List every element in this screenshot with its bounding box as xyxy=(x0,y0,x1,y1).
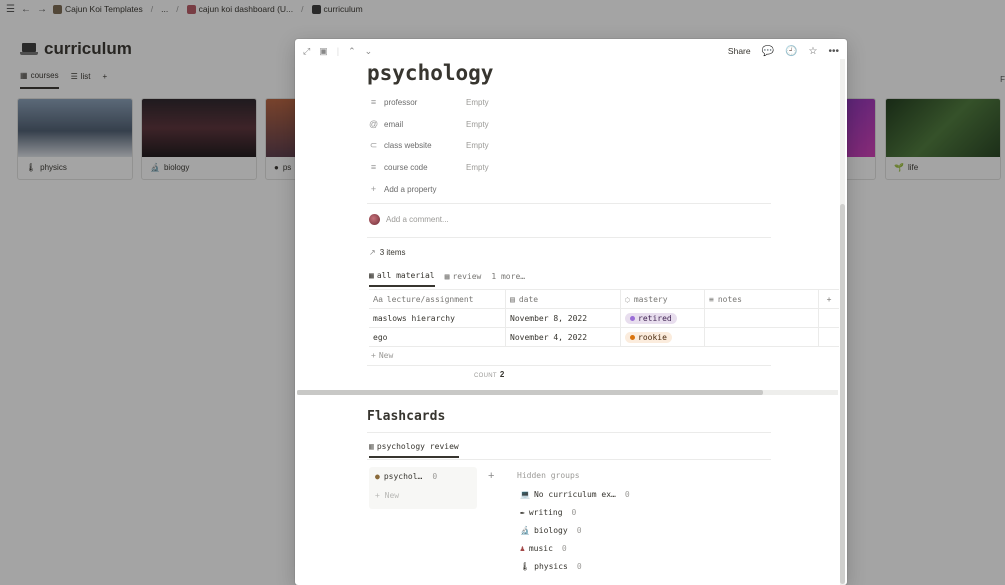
at-icon: @ xyxy=(369,119,379,129)
clock-icon[interactable]: 🕘 xyxy=(785,46,797,57)
property-professor[interactable]: ≡ professor Empty xyxy=(369,95,489,109)
table-header-row: Aa lecture/assignment ▤ date ◌ mastery ≡ not… xyxy=(369,289,839,309)
tab-all-material[interactable]: ▦ all material xyxy=(369,271,435,287)
arrow-up-right-icon: ↗ xyxy=(369,248,376,257)
plus-icon: + xyxy=(371,351,376,360)
hidden-groups-title: Hidden groups xyxy=(517,471,580,480)
star-icon[interactable]: ☆ xyxy=(809,46,818,57)
quill-icon: ✒ xyxy=(520,508,525,517)
avatar xyxy=(369,214,380,225)
laptop-icon: 💻 xyxy=(520,490,530,499)
scrollbar-thumb[interactable] xyxy=(297,390,763,395)
title-aa-icon: Aa xyxy=(373,294,383,304)
modal-toolbar: ⤢ ▣ | ⌃ ⌄ Share 💬 🕘 ☆ ••• xyxy=(303,45,839,57)
tab-psychology-review[interactable]: ▥ psychology review xyxy=(369,442,459,458)
column-header-lecture[interactable]: Aa lecture/assignment xyxy=(369,289,506,309)
hidden-group-item[interactable]: ♟ music 0 xyxy=(520,544,567,553)
text-lines-icon: ≡ xyxy=(709,294,714,304)
divider xyxy=(367,432,771,433)
calendar-icon: ▤ xyxy=(510,294,515,304)
hidden-group-item[interactable]: 💻 No curriculum ex… 0 xyxy=(520,490,630,499)
board-icon: ▥ xyxy=(369,442,374,451)
add-group-button[interactable]: + xyxy=(488,470,494,482)
divider xyxy=(367,459,771,460)
microscope-icon: 🔬 xyxy=(520,526,530,535)
table-icon: ▦ xyxy=(444,272,450,281)
table-icon: ▦ xyxy=(369,271,374,280)
page-peek-modal: ⤢ ▣ | ⌃ ⌄ Share 💬 🕘 ☆ ••• psychology ≡ pr… xyxy=(295,39,847,585)
table-row[interactable]: ego November 4, 2022 rookie xyxy=(369,327,839,347)
vertical-scrollbar[interactable] xyxy=(840,59,845,585)
column-header-mastery[interactable]: ◌ mastery xyxy=(621,289,705,309)
relation-count[interactable]: ↗ 3 items xyxy=(369,248,406,257)
column-header-notes[interactable]: ≡ notes xyxy=(705,289,819,309)
link-icon: ⊂ xyxy=(369,139,378,150)
add-column-button[interactable]: + xyxy=(819,290,839,309)
count-summary[interactable]: COUNT 2 xyxy=(474,370,505,379)
expand-icon[interactable]: ⤢ xyxy=(303,46,310,57)
cell-title[interactable]: ego xyxy=(369,327,506,347)
thermometer-icon: 🌡 xyxy=(520,562,531,571)
add-property-button[interactable]: + Add a property xyxy=(369,182,437,196)
comment-icon[interactable]: 💬 xyxy=(762,46,774,57)
cell-title[interactable]: maslows hierarchy xyxy=(369,308,506,328)
new-row-button[interactable]: + New xyxy=(371,351,393,360)
material-table: Aa lecture/assignment ▤ date ◌ mastery ≡ not… xyxy=(369,289,839,347)
comment-input[interactable]: Add a comment... xyxy=(369,214,449,225)
chevron-up-icon[interactable]: ⌃ xyxy=(348,46,356,57)
horizontal-scrollbar[interactable] xyxy=(297,390,838,395)
status-icon: ◌ xyxy=(625,294,630,304)
head-icon: ● xyxy=(375,472,380,481)
property-email[interactable]: @ email Empty xyxy=(369,117,489,131)
cell-notes[interactable] xyxy=(705,327,819,347)
text-lines-icon: ≡ xyxy=(370,97,377,107)
column-header-date[interactable]: ▤ date xyxy=(506,289,621,309)
scrollbar-thumb[interactable] xyxy=(840,204,845,584)
open-as-page-icon[interactable]: ▣ xyxy=(319,46,328,57)
cell-date[interactable]: November 4, 2022 xyxy=(506,327,621,347)
tab-more[interactable]: 1 more… xyxy=(491,272,525,286)
cell-mastery[interactable]: retired xyxy=(621,308,705,328)
more-icon[interactable]: ••• xyxy=(828,46,839,57)
property-course-code[interactable]: ≡ course code Empty xyxy=(369,160,489,174)
plus-icon: + xyxy=(826,294,832,304)
chevron-down-icon[interactable]: ⌄ xyxy=(365,46,373,57)
cell-mastery[interactable]: rookie xyxy=(621,327,705,347)
database-view-tabs: ▦ all material ▦ review 1 more… xyxy=(369,271,525,287)
text-lines-icon: ≡ xyxy=(370,162,377,172)
cell-notes[interactable] xyxy=(705,308,819,328)
cell-date[interactable]: November 8, 2022 xyxy=(506,308,621,328)
property-class-website[interactable]: ⊂ class website Empty xyxy=(369,138,489,152)
board-new-card-button[interactable]: + New xyxy=(375,491,399,500)
hidden-group-item[interactable]: 🌡 physics 0 xyxy=(520,562,582,571)
divider xyxy=(367,237,771,238)
person-icon: ♟ xyxy=(520,544,525,553)
status-badge: rookie xyxy=(625,331,672,343)
board-column-header[interactable]: ● psychol… 0 xyxy=(375,472,437,481)
status-badge: retired xyxy=(625,312,677,324)
section-heading[interactable]: Flashcards xyxy=(367,409,445,424)
share-button[interactable]: Share xyxy=(728,46,751,56)
page-title[interactable]: psychology xyxy=(367,61,493,85)
hidden-group-item[interactable]: ✒ writing 0 xyxy=(520,508,576,517)
divider xyxy=(367,203,771,204)
plus-icon: + xyxy=(488,470,495,482)
hidden-group-item[interactable]: 🔬 biology 0 xyxy=(520,526,582,535)
plus-icon: + xyxy=(370,184,377,194)
divider xyxy=(367,365,771,366)
table-row[interactable]: maslows hierarchy November 8, 2022 retir… xyxy=(369,308,839,328)
tab-review[interactable]: ▦ review xyxy=(445,272,482,286)
board-column: ● psychol… 0 + New xyxy=(369,467,477,509)
